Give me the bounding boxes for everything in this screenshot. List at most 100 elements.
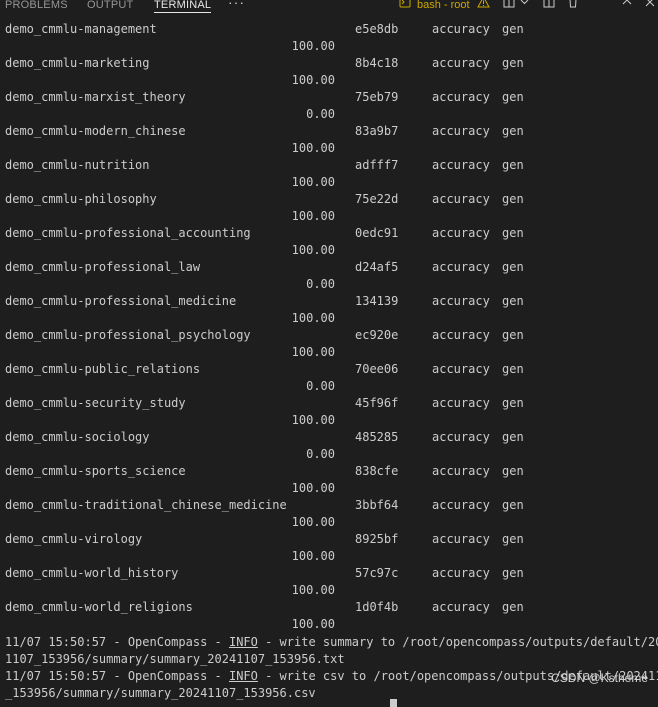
version-hash: 70ee06 bbox=[355, 362, 399, 376]
mode: gen bbox=[502, 260, 524, 274]
version-hash: 485285 bbox=[355, 430, 399, 444]
metric: accuracy bbox=[432, 124, 490, 138]
mode: gen bbox=[502, 498, 524, 512]
result-row: demo_cmmlu-security_study 45f96f accurac… bbox=[0, 387, 658, 427]
mode: gen bbox=[502, 192, 524, 206]
dataset-name: demo_cmmlu-world_religions bbox=[5, 600, 193, 614]
metric: accuracy bbox=[432, 260, 490, 274]
mode: gen bbox=[502, 566, 524, 580]
log-suffix: - write summary to /root/opencompass/out… bbox=[257, 635, 658, 649]
metric: accuracy bbox=[432, 22, 490, 36]
metric: accuracy bbox=[432, 328, 490, 342]
log-continuation: 1107_153956/summary/summary_20241107_153… bbox=[5, 652, 345, 666]
dataset-name: demo_cmmlu-sociology bbox=[5, 430, 150, 444]
trash-icon[interactable] bbox=[567, 0, 579, 12]
metric: accuracy bbox=[432, 56, 490, 70]
result-row: demo_cmmlu-professional_law d24af5 accur… bbox=[0, 251, 658, 291]
mode: gen bbox=[502, 226, 524, 240]
terminal-name[interactable]: bash - root bbox=[417, 0, 470, 13]
version-hash: 83a9b7 bbox=[355, 124, 399, 138]
tab-terminal[interactable]: TERMINAL bbox=[154, 0, 212, 13]
terminal-icon bbox=[399, 0, 411, 12]
panel-header: PROBLEMS OUTPUT TERMINAL ··· bash - root bbox=[0, 0, 658, 13]
version-hash: e5e8db bbox=[355, 22, 399, 36]
result-row: demo_cmmlu-philosophy 75e22d accuracy ge… bbox=[0, 183, 658, 223]
metric: accuracy bbox=[432, 226, 490, 240]
version-hash: adfff7 bbox=[355, 158, 399, 172]
mode: gen bbox=[502, 158, 524, 172]
result-row: demo_cmmlu-marxist_theory 75eb79 accurac… bbox=[0, 81, 658, 121]
mode: gen bbox=[502, 328, 524, 342]
result-row: demo_cmmlu-sports_science 838cfe accurac… bbox=[0, 455, 658, 495]
result-row: demo_cmmlu-world_religions 1d0f4b accura… bbox=[0, 591, 658, 631]
result-row: demo_cmmlu-marketing 8b4c18 accuracy gen… bbox=[0, 47, 658, 87]
dataset-name: demo_cmmlu-security_study bbox=[5, 396, 186, 410]
info-tag: INFO bbox=[228, 669, 258, 683]
metric: accuracy bbox=[432, 464, 490, 478]
log-line: 11/07 15:50:57 - OpenCompass - INFO - wr… bbox=[5, 634, 658, 651]
mode: gen bbox=[502, 396, 524, 410]
mode: gen bbox=[502, 294, 524, 308]
metric: accuracy bbox=[432, 158, 490, 172]
mode: gen bbox=[502, 90, 524, 104]
version-hash: ec920e bbox=[355, 328, 399, 342]
metric: accuracy bbox=[432, 396, 490, 410]
metric: accuracy bbox=[432, 532, 490, 546]
mode: gen bbox=[502, 464, 524, 478]
split-icon[interactable] bbox=[503, 0, 515, 12]
result-row: demo_cmmlu-world_history 57c97c accuracy… bbox=[0, 557, 658, 597]
metric: accuracy bbox=[432, 498, 490, 512]
dataset-name: demo_cmmlu-marketing bbox=[5, 56, 150, 70]
dataset-name: demo_cmmlu-nutrition bbox=[5, 158, 150, 172]
result-row: demo_cmmlu-professional_psychology ec920… bbox=[0, 319, 658, 359]
mode: gen bbox=[502, 430, 524, 444]
mode: gen bbox=[502, 600, 524, 614]
metric: accuracy bbox=[432, 566, 490, 580]
maximize-icon[interactable] bbox=[543, 0, 555, 12]
dataset-name: demo_cmmlu-professional_medicine bbox=[5, 294, 237, 308]
result-row: demo_cmmlu-professional_accounting 0edc9… bbox=[0, 217, 658, 257]
result-row: demo_cmmlu-traditional_chinese_medicine … bbox=[0, 489, 658, 529]
dataset-name: demo_cmmlu-world_history bbox=[5, 566, 179, 580]
version-hash: 75e22d bbox=[355, 192, 399, 206]
metric: accuracy bbox=[432, 600, 490, 614]
version-hash: 45f96f bbox=[355, 396, 399, 410]
terminal-output[interactable]: demo_cmmlu-management e5e8db accuracy ge… bbox=[0, 13, 658, 707]
metric: accuracy bbox=[432, 192, 490, 206]
more-icon[interactable]: ··· bbox=[228, 0, 245, 10]
chevron-down-icon[interactable] bbox=[520, 0, 529, 12]
tab-problems[interactable]: PROBLEMS bbox=[5, 0, 68, 13]
chevron-up-icon[interactable] bbox=[621, 0, 633, 12]
mode: gen bbox=[502, 362, 524, 376]
prompt-line[interactable] bbox=[0, 697, 658, 707]
dataset-name: demo_cmmlu-management bbox=[5, 22, 157, 36]
dataset-name: demo_cmmlu-professional_law bbox=[5, 260, 201, 274]
info-tag: INFO bbox=[228, 635, 258, 649]
result-row: demo_cmmlu-modern_chinese 83a9b7 accurac… bbox=[0, 115, 658, 155]
result-row: demo_cmmlu-professional_medicine 134139 … bbox=[0, 285, 658, 325]
metric: accuracy bbox=[432, 294, 490, 308]
dataset-name: demo_cmmlu-virology bbox=[5, 532, 143, 546]
score: 100.00 bbox=[291, 617, 335, 631]
version-hash: 8b4c18 bbox=[355, 56, 399, 70]
dataset-name: demo_cmmlu-traditional_chinese_medicine bbox=[5, 498, 287, 512]
mode: gen bbox=[502, 532, 524, 546]
version-hash: 838cfe bbox=[355, 464, 399, 478]
result-row: demo_cmmlu-sociology 485285 accuracy gen… bbox=[0, 421, 658, 461]
dataset-name: demo_cmmlu-marxist_theory bbox=[5, 90, 186, 104]
dataset-name: demo_cmmlu-professional_psychology bbox=[5, 328, 251, 342]
log-prefix: 11/07 15:50:57 - OpenCompass - bbox=[5, 669, 229, 683]
dataset-name: demo_cmmlu-professional_accounting bbox=[5, 226, 251, 240]
version-hash: d24af5 bbox=[355, 260, 399, 274]
warning-icon[interactable] bbox=[477, 0, 490, 12]
close-icon[interactable] bbox=[645, 0, 655, 12]
version-hash: 75eb79 bbox=[355, 90, 399, 104]
dataset-name: demo_cmmlu-sports_science bbox=[5, 464, 186, 478]
mode: gen bbox=[502, 56, 524, 70]
mode: gen bbox=[502, 124, 524, 138]
result-row: demo_cmmlu-public_relations 70ee06 accur… bbox=[0, 353, 658, 393]
result-row: demo_cmmlu-nutrition adfff7 accuracy gen… bbox=[0, 149, 658, 189]
metric: accuracy bbox=[432, 430, 490, 444]
tab-output[interactable]: OUTPUT bbox=[87, 0, 133, 13]
version-hash: 0edc91 bbox=[355, 226, 399, 240]
